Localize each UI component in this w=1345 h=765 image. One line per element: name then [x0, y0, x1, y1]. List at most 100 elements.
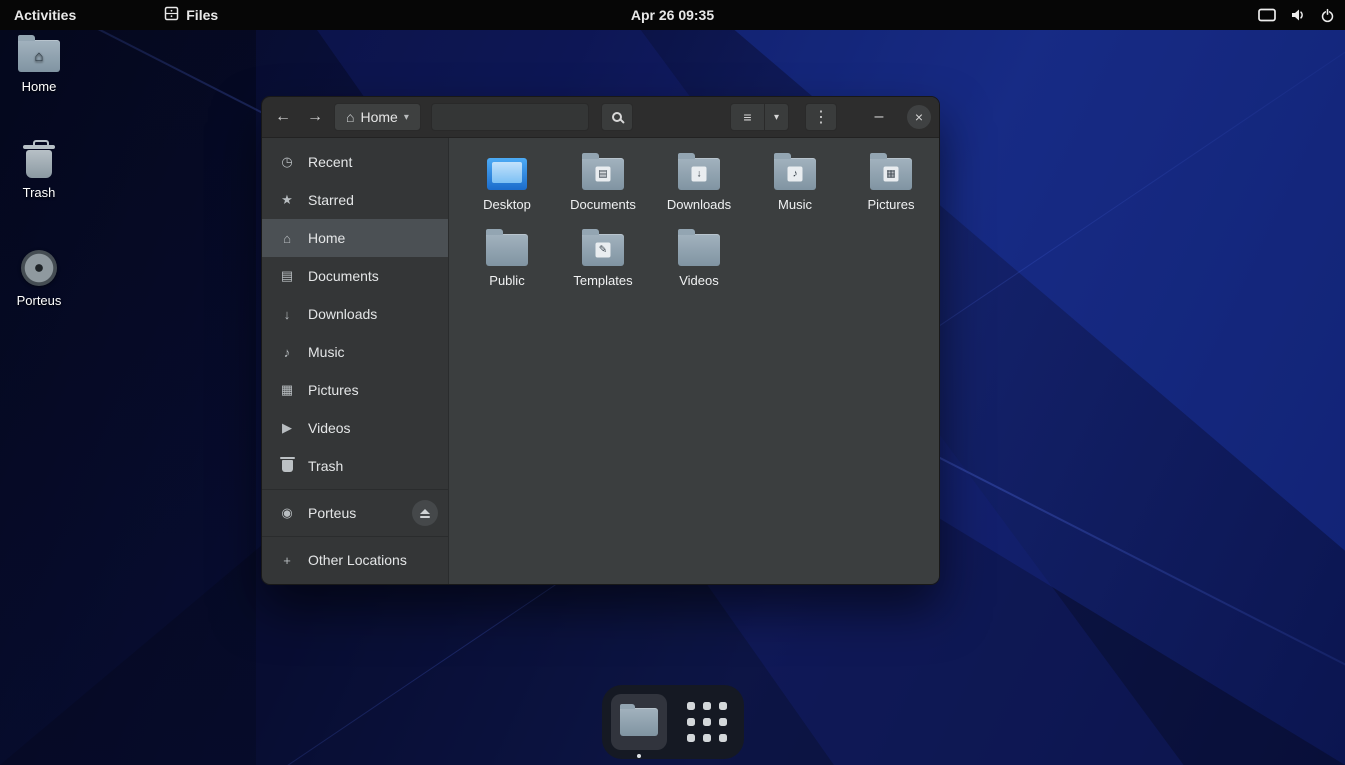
plus-icon: + — [276, 553, 298, 568]
folder-icon — [678, 234, 720, 266]
sidebar-item-documents[interactable]: ▤ Documents — [262, 257, 448, 295]
gnome-top-bar: Activities Files Apr 26 09:35 — [0, 0, 1345, 30]
forward-button[interactable]: → — [302, 103, 328, 131]
volume-icon[interactable] — [1290, 7, 1306, 23]
document-icon: ▤ — [276, 268, 298, 284]
chevron-down-icon: ▾ — [404, 112, 409, 123]
download-emblem-icon: ↓ — [692, 167, 707, 182]
folder-label: Music — [778, 197, 812, 212]
folder-icon: ▤ — [582, 158, 624, 190]
folder-documents[interactable]: ▤ Documents — [555, 152, 651, 228]
sidebar-item-label: Home — [308, 230, 345, 246]
home-emblem-icon: ⌂ — [18, 40, 60, 72]
minimize-button[interactable]: – — [867, 103, 891, 131]
sidebar-item-label: Trash — [308, 458, 343, 474]
view-toggle-button[interactable]: ≡ ▾ — [730, 103, 789, 131]
files-app-icon — [164, 6, 179, 24]
folder-public[interactable]: Public — [459, 228, 555, 304]
sidebar-item-downloads[interactable]: ↓ Downloads — [262, 295, 448, 333]
document-emblem-icon: ▤ — [596, 167, 611, 182]
folder-desktop[interactable]: Desktop — [459, 152, 555, 228]
folder-label: Documents — [570, 197, 636, 212]
sidebar-separator — [262, 536, 448, 537]
home-icon: ⌂ — [346, 109, 354, 125]
desktop-icon-trash[interactable]: Trash — [0, 146, 78, 200]
places-sidebar: ◷ Recent ★ Starred ⌂ Home ▤ Documents ↓ … — [262, 138, 449, 584]
disc-icon: ◉ — [276, 505, 298, 521]
folder-label: Templates — [573, 273, 632, 288]
show-apps-button[interactable] — [679, 694, 735, 750]
folder-icon: ▦ — [870, 158, 912, 190]
close-button[interactable]: × — [907, 105, 931, 129]
search-icon — [612, 112, 622, 122]
wallpaper-shade — [0, 0, 256, 765]
sidebar-item-label: Downloads — [308, 306, 377, 322]
window-body: ◷ Recent ★ Starred ⌂ Home ▤ Documents ↓ … — [262, 138, 939, 584]
picture-icon: ▦ — [276, 382, 298, 398]
sidebar-item-starred[interactable]: ★ Starred — [262, 181, 448, 219]
desktop-icon-label: Porteus — [17, 293, 62, 308]
location-breadcrumb[interactable]: ⌂ Home ▾ — [334, 103, 421, 131]
folder-icon — [486, 234, 528, 266]
eject-icon-bar — [420, 516, 430, 518]
files-app-icon — [620, 708, 658, 736]
folder-pictures[interactable]: ▦ Pictures — [843, 152, 939, 228]
location-entry[interactable] — [431, 103, 589, 131]
sidebar-item-music[interactable]: ♪ Music — [262, 333, 448, 371]
header-bar: ← → ⌂ Home ▾ ≡ ▾ ⋮ – × — [262, 97, 939, 138]
sidebar-item-label: Porteus — [308, 505, 356, 521]
folder-music[interactable]: ♪ Music — [747, 152, 843, 228]
disc-icon — [21, 250, 57, 286]
sidebar-item-label: Other Locations — [308, 552, 407, 568]
star-icon: ★ — [276, 192, 298, 208]
sidebar-separator — [262, 489, 448, 490]
files-window: ← → ⌂ Home ▾ ≡ ▾ ⋮ – × ◷ Recent ★ Starre… — [261, 96, 940, 585]
home-icon: ⌂ — [276, 231, 298, 246]
desktop-icon-home[interactable]: ⌂ Home — [0, 40, 78, 94]
eject-button[interactable] — [412, 500, 438, 526]
sidebar-item-home[interactable]: ⌂ Home — [262, 219, 448, 257]
dash-files-button[interactable] — [611, 694, 667, 750]
app-grid-icon — [687, 702, 727, 742]
folder-videos[interactable]: Videos — [651, 228, 747, 304]
sidebar-item-other-locations[interactable]: + Other Locations — [262, 541, 448, 579]
display-icon[interactable] — [1258, 8, 1276, 22]
recent-icon: ◷ — [276, 154, 298, 170]
running-indicator-dot — [637, 754, 641, 758]
eject-icon — [420, 509, 430, 514]
desktop-icon-label: Home — [22, 79, 57, 94]
clock[interactable]: Apr 26 09:35 — [631, 7, 714, 23]
desktop-folder-icon — [487, 158, 527, 190]
sidebar-item-trash[interactable]: Trash — [262, 447, 448, 485]
sidebar-item-recent[interactable]: ◷ Recent — [262, 143, 448, 181]
desktop-icon-porteus[interactable]: Porteus — [0, 250, 78, 308]
sidebar-item-videos[interactable]: ▶ Videos — [262, 409, 448, 447]
music-icon: ♪ — [276, 345, 298, 360]
search-button[interactable] — [601, 103, 633, 131]
list-view-icon[interactable]: ≡ — [731, 104, 765, 130]
file-view: Desktop ▤ Documents ↓ Downloads ♪ Music … — [449, 138, 939, 584]
sidebar-item-label: Documents — [308, 268, 379, 284]
home-folder-icon: ⌂ — [18, 40, 60, 72]
folder-templates[interactable]: ✎ Templates — [555, 228, 651, 304]
view-options-caret[interactable]: ▾ — [765, 104, 788, 130]
app-menu-files[interactable]: Files — [152, 0, 230, 30]
activities-button[interactable]: Activities — [0, 0, 90, 30]
video-icon: ▶ — [276, 420, 298, 436]
music-emblem-icon: ♪ — [788, 167, 803, 182]
system-status-area[interactable] — [1258, 0, 1335, 30]
folder-downloads[interactable]: ↓ Downloads — [651, 152, 747, 228]
back-button[interactable]: ← — [270, 103, 296, 131]
menu-button[interactable]: ⋮ — [805, 103, 837, 131]
folder-label: Public — [489, 273, 524, 288]
folder-label: Downloads — [667, 197, 731, 212]
sidebar-item-pictures[interactable]: ▦ Pictures — [262, 371, 448, 409]
sidebar-item-porteus-device[interactable]: ◉ Porteus — [262, 494, 448, 532]
icon-grid: Desktop ▤ Documents ↓ Downloads ♪ Music … — [449, 138, 939, 304]
breadcrumb-label: Home — [360, 109, 397, 125]
trash-icon — [26, 150, 52, 178]
folder-label: Desktop — [483, 197, 531, 212]
template-emblem-icon: ✎ — [596, 243, 611, 258]
power-icon[interactable] — [1320, 8, 1335, 23]
folder-label: Pictures — [868, 197, 915, 212]
